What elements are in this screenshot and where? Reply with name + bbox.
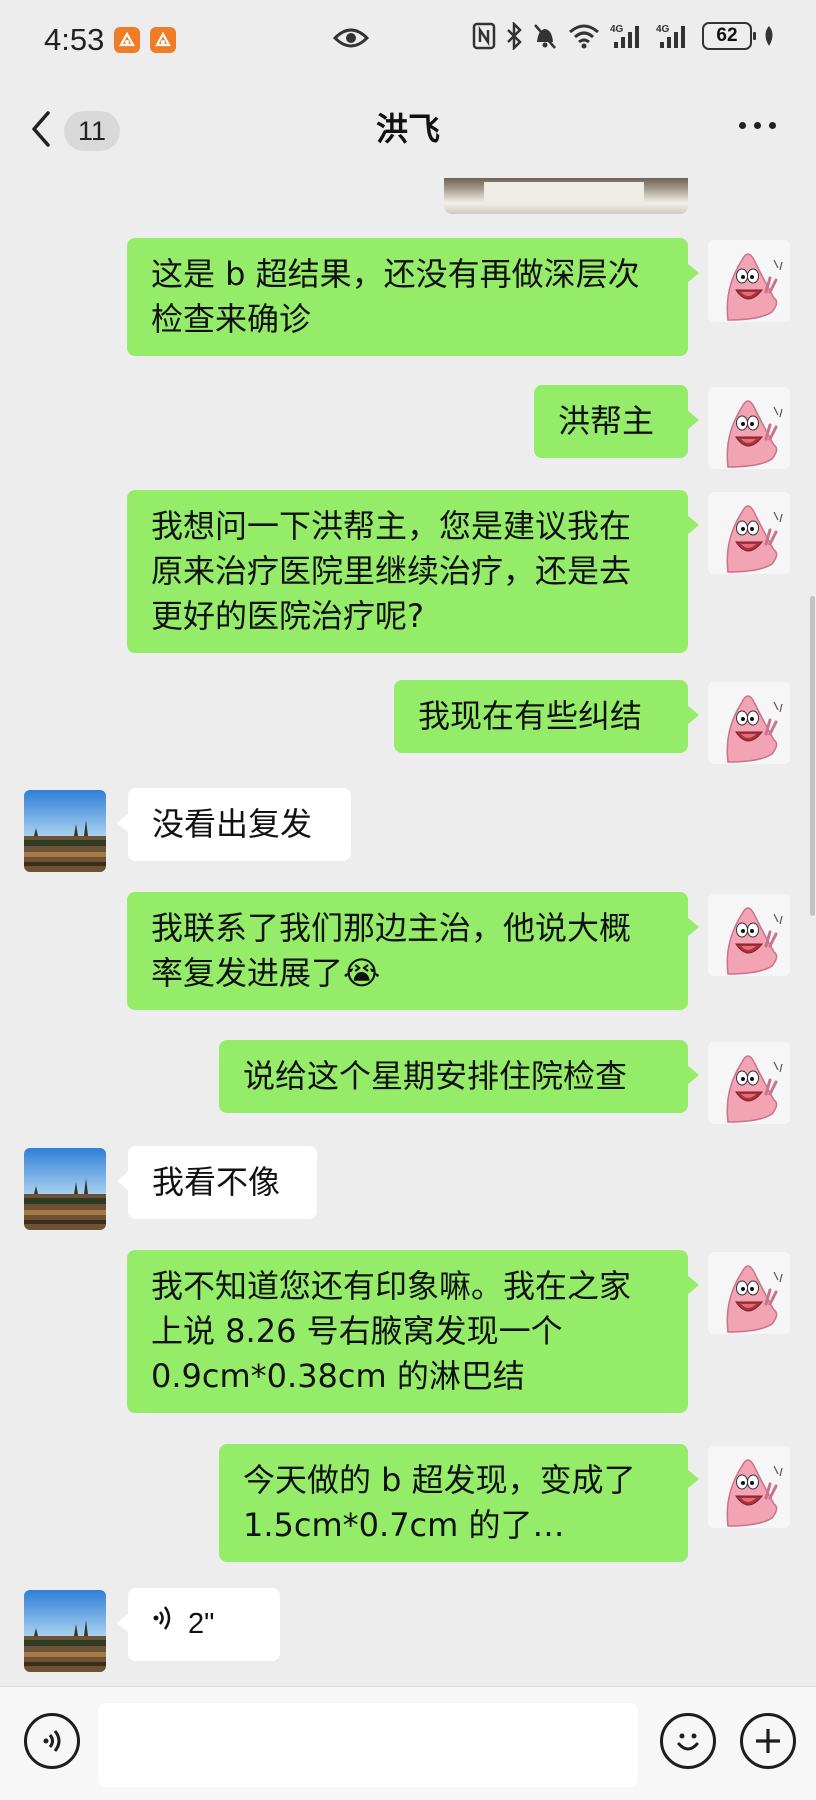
- message-text-line: 检查来确诊: [151, 300, 312, 338]
- signal-4g-icon: 4G: [656, 22, 692, 50]
- svg-text:4G: 4G: [610, 24, 624, 35]
- input-bar: [0, 1686, 816, 1800]
- message-text-line: 我看不像: [152, 1163, 281, 1201]
- my-avatar[interactable]: [708, 492, 790, 574]
- wifi-icon: [568, 23, 600, 49]
- notification-app-icon: [114, 27, 141, 53]
- message-bubble[interactable]: 我看不像: [117, 1146, 317, 1219]
- message-text-line: 说给这个星期安排住院检查: [243, 1057, 628, 1095]
- message-text-line: 我现在有些纠结: [418, 697, 643, 735]
- message-bubble[interactable]: 说给这个星期安排住院检查: [219, 1040, 699, 1113]
- voice-duration: 2": [188, 1608, 215, 1640]
- nfc-icon: [472, 22, 496, 50]
- my-avatar[interactable]: [708, 682, 790, 764]
- message-text-line: 我不知道您还有印象嘛。我在之家: [151, 1267, 632, 1305]
- message-text-line: 上说 8.26 号右腋窝发现一个: [151, 1312, 563, 1350]
- bluetooth-icon: [506, 22, 522, 50]
- chat-header: 11 洪飞: [0, 80, 816, 178]
- my-avatar[interactable]: [708, 1446, 790, 1528]
- my-avatar[interactable]: [708, 240, 790, 322]
- voice-message-bubble[interactable]: 2": [117, 1588, 280, 1661]
- more-dots-icon[interactable]: [739, 122, 776, 129]
- emoji-icon[interactable]: [660, 1713, 716, 1769]
- message-bubble[interactable]: 我不知道您还有印象嘛。我在之家 上说 8.26 号右腋窝发现一个 0.9cm*0.3…: [127, 1250, 699, 1413]
- signal-4g-icon: 4G: [610, 22, 646, 50]
- my-avatar[interactable]: [708, 1252, 790, 1334]
- message-text-line: 1.5cm*0.7cm 的了…: [243, 1506, 565, 1544]
- my-avatar[interactable]: [708, 1042, 790, 1124]
- svg-text:4G: 4G: [656, 24, 670, 35]
- mute-bell-icon: [532, 22, 558, 50]
- message-text-line: 这是 b 超结果，还没有再做深层次: [151, 255, 640, 293]
- status-icons: 4G 4G 62: [472, 22, 776, 50]
- message-text-line: 今天做的 b 超发现，变成了: [243, 1461, 636, 1499]
- my-avatar[interactable]: [708, 894, 790, 976]
- chat-message-list[interactable]: 这是 b 超结果，还没有再做深层次 检查来确诊 洪帮主 我想问一下洪帮主，您是建议…: [0, 178, 816, 1686]
- message-bubble[interactable]: 我想问一下洪帮主，您是建议我在 原来治疗医院里继续治疗，还是去 更好的医院治疗呢?: [127, 490, 699, 653]
- image-message[interactable]: [444, 178, 688, 214]
- leaf-icon: [762, 24, 776, 48]
- page-title: 洪飞: [375, 110, 440, 148]
- message-bubble[interactable]: 我现在有些纠结: [394, 680, 699, 753]
- message-text-line: 0.9cm*0.38cm 的淋巴结: [151, 1357, 525, 1395]
- message-input[interactable]: [98, 1703, 638, 1787]
- message-text-line: 率复发进展了😭: [151, 954, 381, 992]
- contact-avatar[interactable]: [24, 1590, 106, 1672]
- message-bubble[interactable]: 我联系了我们那边主治，他说大概 率复发进展了😭: [127, 892, 699, 1010]
- message-text-line: 没看出复发: [152, 805, 313, 843]
- message-text-line: 我想问一下洪帮主，您是建议我在: [151, 507, 632, 545]
- status-time: 4:53: [44, 22, 105, 57]
- my-avatar[interactable]: [708, 387, 790, 469]
- message-bubble[interactable]: 洪帮主: [534, 385, 699, 458]
- message-text-line: 洪帮主: [558, 402, 655, 440]
- contact-avatar[interactable]: [24, 1148, 106, 1230]
- plus-icon[interactable]: [740, 1713, 796, 1769]
- contact-avatar[interactable]: [24, 790, 106, 872]
- message-text-line: 原来治疗医院里继续治疗，还是去: [151, 552, 632, 590]
- message-bubble[interactable]: 今天做的 b 超发现，变成了 1.5cm*0.7cm 的了…: [219, 1444, 699, 1562]
- eye-icon: [332, 24, 370, 56]
- message-text-line: 更好的医院治疗呢?: [151, 597, 424, 635]
- battery-indicator: 62: [702, 22, 756, 50]
- voice-icon[interactable]: [24, 1713, 80, 1769]
- notification-app-icon: [150, 27, 177, 53]
- message-bubble[interactable]: 没看出复发: [117, 788, 351, 861]
- message-bubble[interactable]: 这是 b 超结果，还没有再做深层次 检查来确诊: [127, 238, 699, 356]
- status-bar: 4:53 4G 4G 62: [0, 0, 816, 80]
- voice-wave-icon: [152, 1602, 174, 1647]
- message-text-line: 我联系了我们那边主治，他说大概: [151, 909, 632, 947]
- scrollbar[interactable]: [810, 596, 815, 916]
